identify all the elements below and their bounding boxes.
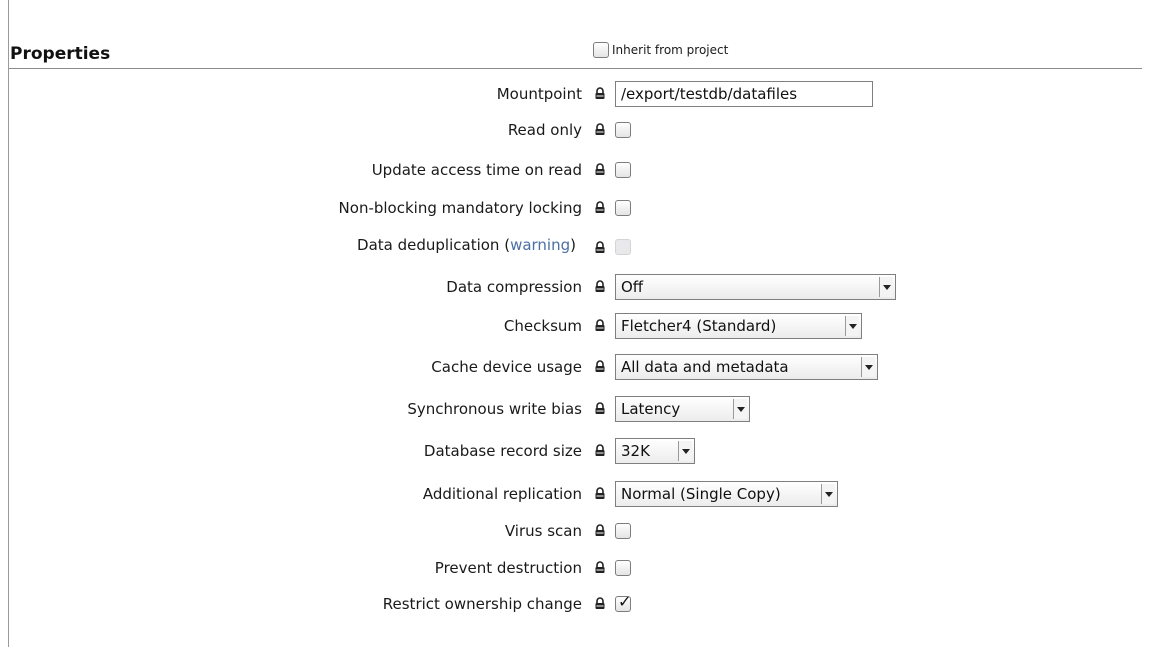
lock-icon[interactable]: [594, 561, 606, 574]
lock-icon[interactable]: [594, 402, 606, 415]
cache-device-label: Cache device usage: [431, 358, 582, 376]
update-atime-label: Update access time on read: [371, 161, 582, 179]
nbmand-label: Non-blocking mandatory locking: [338, 199, 582, 217]
lock-icon[interactable]: [594, 360, 606, 373]
sync-bias-value: Latency: [621, 400, 681, 418]
prevent-destruction-row: Prevent destruction: [0, 555, 1150, 581]
sync-bias-label: Synchronous write bias: [407, 400, 582, 418]
inherit-checkbox[interactable]: [593, 42, 609, 58]
sync-bias-row: Synchronous write bias Latency: [0, 396, 1150, 422]
cache-device-row: Cache device usage All data and metadata: [0, 354, 1150, 380]
compression-row: Data compression Off: [0, 274, 1150, 300]
lock-icon[interactable]: [594, 123, 606, 136]
inherit-label: Inherit from project: [612, 43, 729, 57]
compression-label: Data compression: [446, 278, 582, 296]
replication-select[interactable]: Normal (Single Copy): [615, 481, 838, 507]
compression-value: Off: [621, 278, 644, 296]
cache-device-value: All data and metadata: [621, 358, 789, 376]
lock-icon[interactable]: [594, 487, 606, 500]
dedup-warning-link[interactable]: warning: [510, 236, 570, 254]
checksum-row: Checksum Fletcher4 (Standard): [0, 313, 1150, 339]
record-size-label: Database record size: [423, 442, 582, 460]
checksum-value: Fletcher4 (Standard): [621, 317, 777, 335]
prevent-destruction-checkbox[interactable]: [615, 560, 631, 576]
dedup-checkbox: [615, 239, 631, 255]
dedup-row: Data deduplication (warning): [0, 232, 1150, 258]
record-size-row: Database record size 32K: [0, 438, 1150, 464]
lock-icon[interactable]: [594, 444, 606, 457]
mountpoint-row: Mountpoint: [0, 81, 1150, 107]
lock-icon[interactable]: [594, 280, 606, 293]
sync-bias-select[interactable]: Latency: [615, 396, 750, 422]
header-divider: [9, 68, 1142, 69]
chevron-down-icon[interactable]: [845, 316, 859, 336]
lock-icon[interactable]: [594, 87, 606, 100]
chevron-down-icon[interactable]: [678, 441, 692, 461]
check-icon: ✓: [618, 592, 632, 611]
nbmand-row: Non-blocking mandatory locking: [0, 195, 1150, 221]
chevron-down-icon[interactable]: [733, 399, 747, 419]
replication-value: Normal (Single Copy): [621, 485, 781, 503]
lock-icon[interactable]: [594, 597, 606, 610]
checksum-label: Checksum: [503, 317, 582, 335]
inherit-from-project[interactable]: Inherit from project: [593, 42, 728, 58]
replication-label: Additional replication: [422, 485, 582, 503]
restrict-ownership-row: Restrict ownership change ✓: [0, 591, 1150, 617]
chevron-down-icon[interactable]: [861, 357, 875, 377]
update-atime-checkbox[interactable]: [615, 162, 631, 178]
read-only-row: Read only: [0, 117, 1150, 143]
mountpoint-input[interactable]: [615, 81, 873, 107]
lock-icon[interactable]: [594, 163, 606, 176]
lock-icon[interactable]: [594, 241, 606, 254]
chevron-down-icon[interactable]: [879, 277, 893, 297]
mountpoint-label: Mountpoint: [496, 85, 582, 103]
cache-device-select[interactable]: All data and metadata: [615, 354, 878, 380]
virus-scan-row: Virus scan: [0, 518, 1150, 544]
record-size-value: 32K: [621, 442, 650, 460]
prevent-destruction-label: Prevent destruction: [434, 559, 582, 577]
lock-icon[interactable]: [594, 319, 606, 332]
lock-icon[interactable]: [594, 201, 606, 214]
chevron-down-icon[interactable]: [821, 484, 835, 504]
page-title: Properties: [10, 44, 111, 64]
dedup-label-text: Data deduplication (: [357, 236, 511, 254]
dedup-label-end: ): [570, 236, 576, 254]
restrict-ownership-label: Restrict ownership change: [382, 595, 582, 613]
nbmand-checkbox[interactable]: [615, 200, 631, 216]
read-only-label: Read only: [507, 121, 582, 139]
record-size-select[interactable]: 32K: [615, 438, 695, 464]
compression-select[interactable]: Off: [615, 274, 896, 300]
lock-icon[interactable]: [594, 524, 606, 537]
read-only-checkbox[interactable]: [615, 122, 631, 138]
virus-scan-checkbox[interactable]: [615, 523, 631, 539]
update-atime-row: Update access time on read: [0, 157, 1150, 183]
restrict-ownership-checkbox[interactable]: ✓: [615, 592, 632, 612]
replication-row: Additional replication Normal (Single Co…: [0, 481, 1150, 507]
virus-scan-label: Virus scan: [504, 522, 582, 540]
dedup-label: Data deduplication (warning): [357, 232, 576, 258]
checksum-select[interactable]: Fletcher4 (Standard): [615, 313, 862, 339]
